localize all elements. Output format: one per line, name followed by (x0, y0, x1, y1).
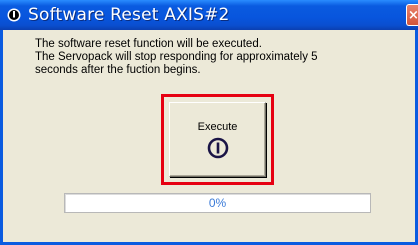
title-bar[interactable]: Software Reset AXIS#2 × (0, 0, 418, 30)
message-line: The software reset function will be exec… (35, 38, 262, 50)
window-title: Software Reset AXIS#2 (28, 5, 230, 25)
message-line: seconds after the fuction begins. (35, 64, 201, 76)
close-icon: × (408, 7, 418, 23)
warning-message: The software reset function will be exec… (35, 38, 395, 77)
message-line: The Servopack will stop responding for a… (35, 51, 318, 63)
progress-bar: 0% (64, 193, 371, 213)
close-button[interactable]: × (406, 4, 418, 26)
progress-label: 0% (208, 196, 227, 210)
power-icon (207, 137, 228, 159)
info-icon (6, 7, 22, 23)
software-reset-dialog: Software Reset AXIS#2 × The software res… (0, 0, 418, 245)
execute-button[interactable]: Execute (169, 102, 266, 177)
execute-button-label: Execute (197, 121, 238, 133)
